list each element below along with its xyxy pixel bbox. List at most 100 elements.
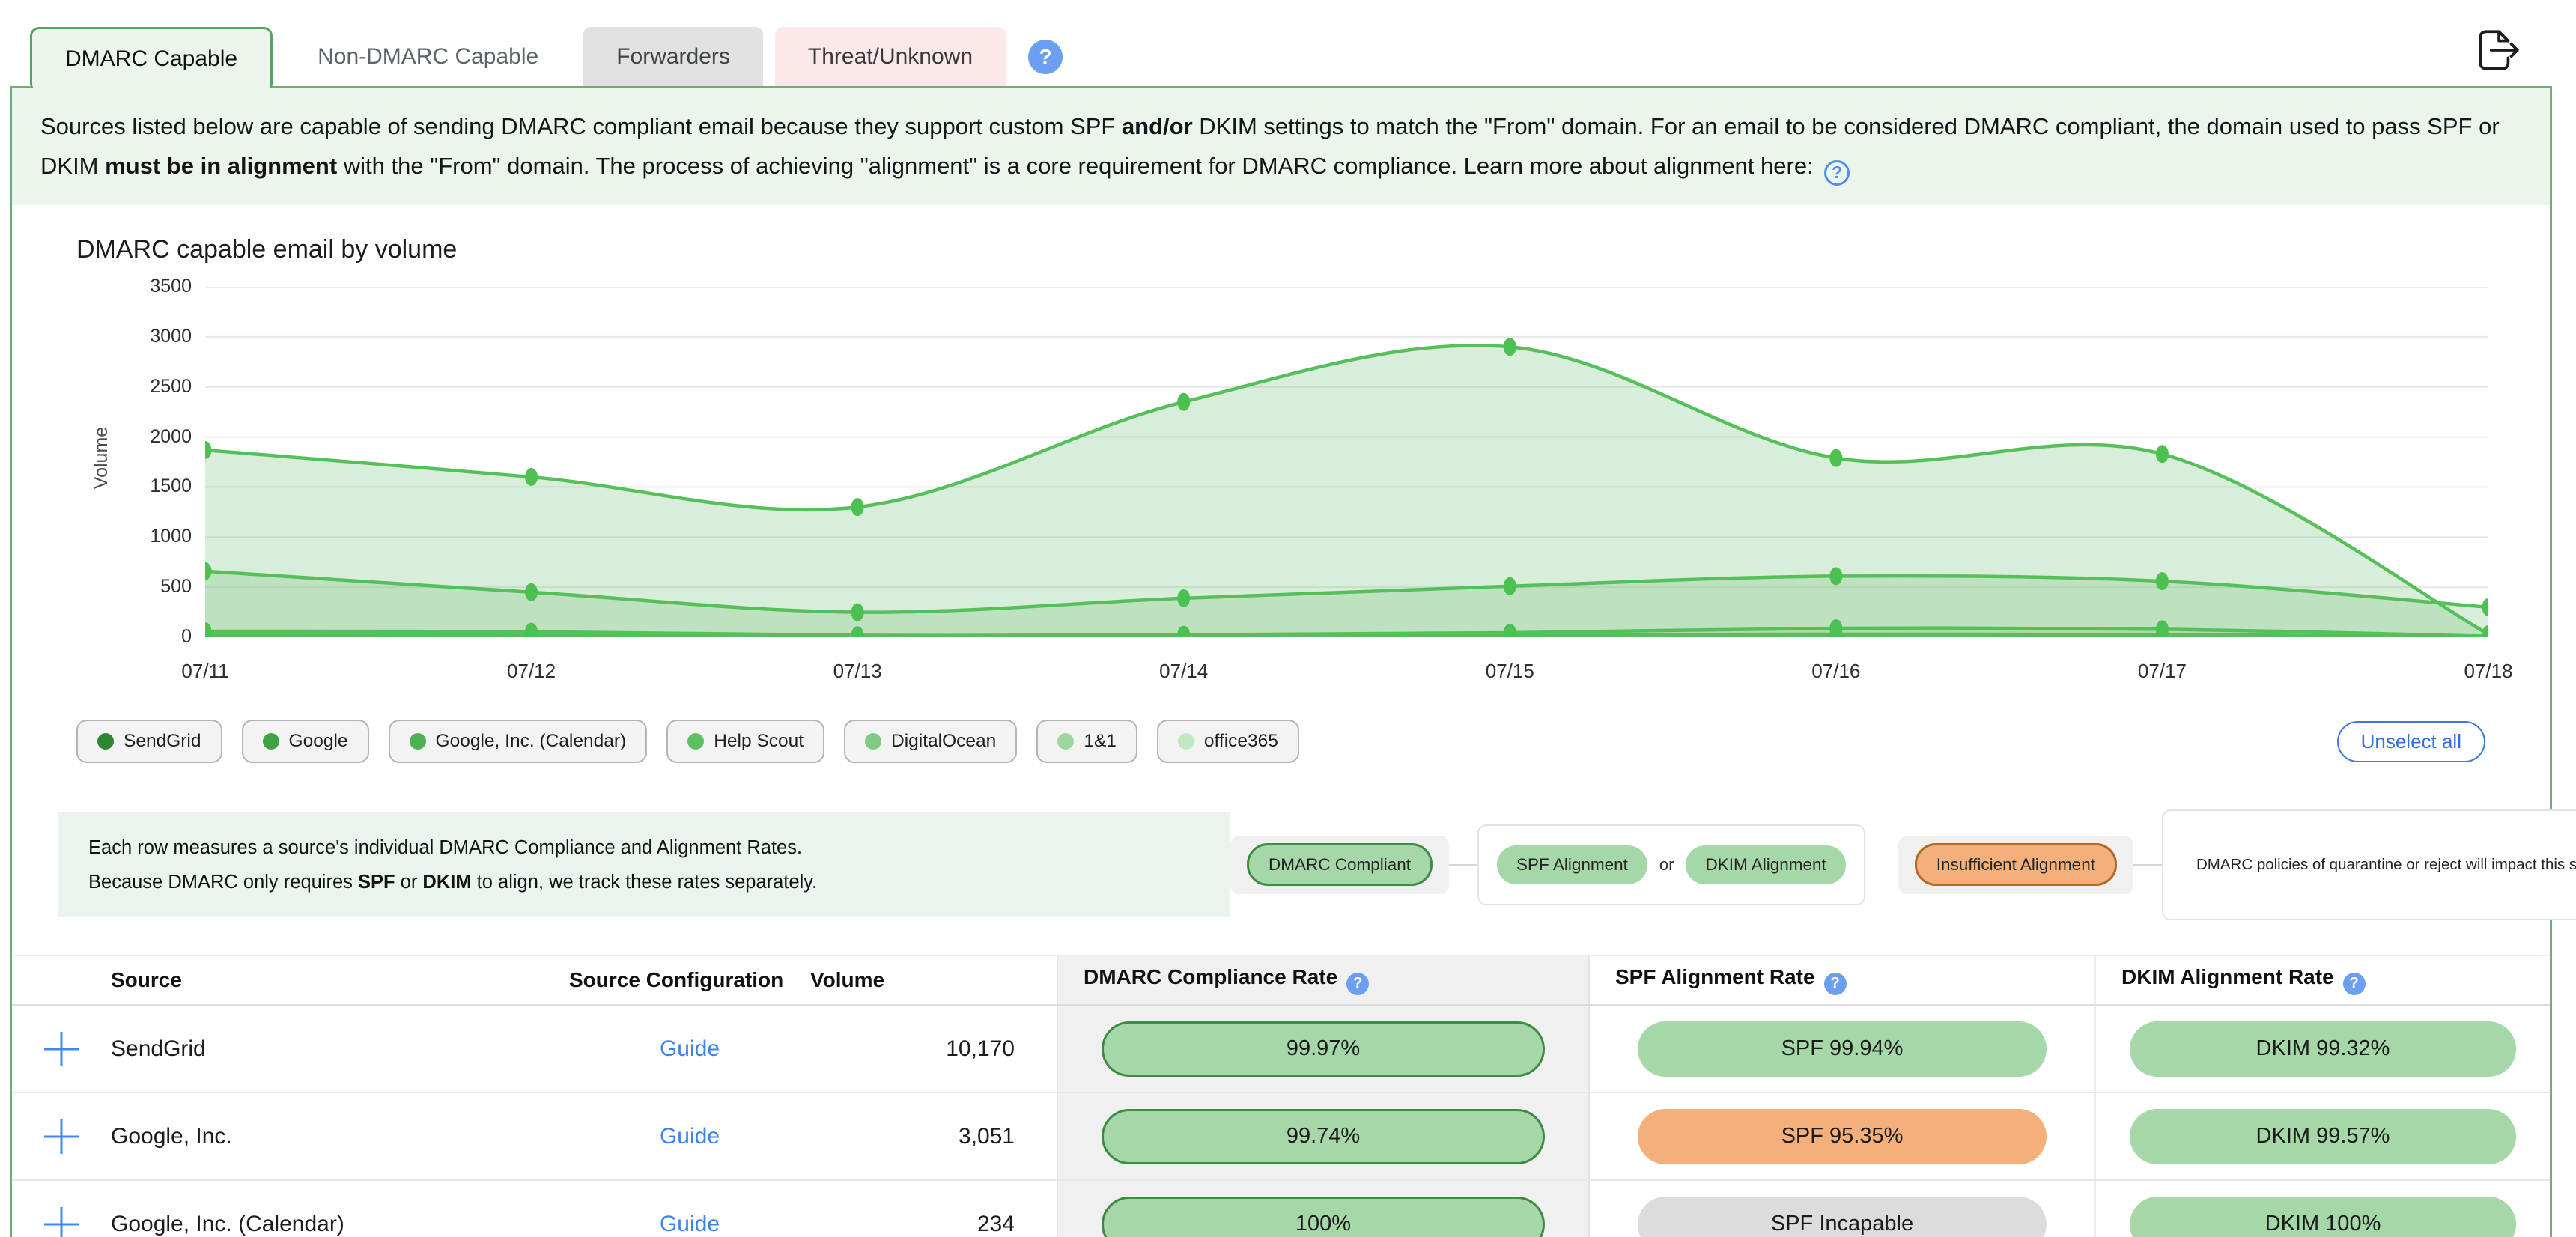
source-column-header: Source (111, 955, 569, 1005)
dmarc-rate-header-label: DMARC Compliance Rate (1084, 965, 1337, 988)
legend-chip-label: Help Scout (714, 731, 804, 752)
legend-chip-label: DigitalOcean (891, 731, 996, 752)
insufficient-legend-box: Insufficient Alignment (1898, 836, 2133, 894)
spf-rate-column-header: SPF Alignment Rate? (1589, 955, 2095, 1005)
tab-bar: DMARC Capable Non-DMARC Capable Forwarde… (30, 27, 1063, 86)
dmarc-compliance-pill: 100% (1102, 1197, 1545, 1237)
tab-threat-unknown[interactable]: Threat/Unknown (775, 27, 1006, 86)
y-tick-label: 2000 (150, 426, 192, 448)
dkim-alignment-pill: DKIM 99.32% (2130, 1021, 2516, 1077)
dkim-rate-column-header: DKIM Alignment Rate? (2095, 955, 2550, 1005)
policy-note: DMARC policies of quarantine or reject w… (2181, 830, 2576, 899)
legend-connector (1449, 864, 1477, 866)
spf-alignment-badge: SPF Alignment (1497, 845, 1647, 884)
guide-link[interactable]: Guide (660, 1212, 720, 1236)
policy-note-box: DMARC policies of quarantine or reject w… (2162, 809, 2576, 920)
expand-row-icon[interactable] (44, 1119, 79, 1154)
sources-table: Source Source Configuration Volume DMARC… (12, 955, 2550, 1237)
tab-dmarc-capable[interactable]: DMARC Capable (30, 27, 273, 88)
dkim-rate-help-icon[interactable]: ? (2343, 973, 2366, 995)
y-tick-label: 3000 (150, 326, 192, 347)
spf-alignment-pill: SPF Incapable (1638, 1197, 2047, 1237)
rate-legend: DMARC Compliant SPF Alignment or DKIM Al… (1230, 809, 2576, 920)
export-button[interactable] (2473, 25, 2522, 75)
table-header-row: Source Source Configuration Volume DMARC… (12, 955, 2550, 1005)
y-axis-ticks: 0500100015002000250030003500 (117, 287, 192, 637)
expand-row-icon[interactable] (44, 1207, 79, 1237)
y-tick-label: 1500 (150, 475, 192, 497)
legend-chip[interactable]: 1&1 (1036, 720, 1137, 763)
legend-chip-label: Google (289, 731, 348, 752)
y-tick-label: 0 (181, 626, 192, 648)
legend-chip[interactable]: Google, Inc. (Calendar) (389, 720, 648, 763)
tabs-help-icon[interactable]: ? (1028, 40, 1063, 74)
spf-rate-help-icon[interactable]: ? (1824, 973, 1847, 995)
rates-info-box: Each row measures a source's individual … (58, 812, 1230, 917)
dkim-rate-header-label: DKIM Alignment Rate (2121, 965, 2334, 988)
legend-chip-dot (410, 733, 426, 750)
source-name: Google, Inc. (111, 1092, 569, 1180)
dmarc-rate-help-icon[interactable]: ? (1346, 973, 1369, 995)
expand-column-header (12, 955, 111, 1005)
legend-chip[interactable]: Google (242, 720, 369, 763)
chart-title: DMARC capable email by volume (76, 235, 2550, 264)
source-name: Google, Inc. (Calendar) (111, 1180, 569, 1237)
volume-column-header: Volume (810, 955, 1057, 1005)
chart-legend-row: SendGrid Google Google, Inc. (Calendar) Hel… (76, 720, 2485, 763)
y-axis-label: Volume (91, 427, 112, 489)
main-panel: Sources listed below are capable of send… (10, 86, 2552, 1237)
expand-row-icon[interactable] (44, 1032, 79, 1066)
dmarc-compliance-pill: 99.97% (1102, 1021, 1545, 1077)
legend-chip-dot (865, 733, 881, 750)
legend-chip-label: 1&1 (1084, 731, 1117, 752)
table-row: Google, Inc. (Calendar) Guide 234 100% SPF I… (12, 1180, 2550, 1237)
spf-alignment-pill: SPF 99.94% (1638, 1021, 2047, 1077)
guide-link[interactable]: Guide (660, 1124, 720, 1149)
legend-chip[interactable]: Help Scout (666, 720, 824, 763)
volume-value: 234 (810, 1180, 1057, 1237)
y-tick-label: 3500 (150, 276, 192, 297)
volume-value: 10,170 (810, 1005, 1057, 1092)
legend-chip[interactable]: DigitalOcean (844, 720, 1017, 763)
unselect-all-button[interactable]: Unselect all (2337, 721, 2485, 762)
x-tick-label: 07/13 (833, 660, 882, 683)
y-tick-label: 1000 (150, 526, 192, 547)
dmarc-compliant-legend-box: DMARC Compliant (1230, 836, 1449, 894)
dkim-alignment-pill: DKIM 100% (2130, 1197, 2516, 1237)
spf-alignment-pill: SPF 95.35% (1638, 1109, 2047, 1164)
insufficient-alignment-badge: Insufficient Alignment (1915, 843, 2117, 886)
y-tick-label: 500 (160, 576, 192, 598)
alignment-help-icon[interactable]: ? (1824, 160, 1850, 186)
dmarc-rate-column-header: DMARC Compliance Rate? (1057, 955, 1589, 1005)
x-tick-label: 07/11 (181, 660, 228, 683)
dkim-alignment-badge: DKIM Alignment (1686, 845, 1845, 884)
legend-chip[interactable]: office365 (1157, 720, 1299, 763)
x-tick-label: 07/14 (1159, 660, 1208, 683)
or-label: or (1659, 855, 1674, 875)
tab-forwarders[interactable]: Forwarders (583, 27, 763, 86)
legend-connector (2133, 864, 2162, 866)
x-tick-label: 07/12 (507, 660, 556, 683)
legend-chip-dot (263, 733, 279, 750)
x-tick-label: 07/17 (2138, 660, 2187, 683)
x-axis-ticks: 07/1107/1207/1307/1407/1507/1607/1707/18 (205, 660, 2488, 690)
config-column-header: Source Configuration (569, 955, 810, 1005)
source-name: SendGrid (111, 1005, 569, 1092)
description-banner: Sources listed below are capable of send… (12, 88, 2550, 205)
alignment-legend-box: SPF Alignment or DKIM Alignment (1477, 824, 1865, 905)
x-tick-label: 07/15 (1486, 660, 1534, 683)
guide-link[interactable]: Guide (660, 1036, 720, 1061)
legend-chip-label: Google, Inc. (Calendar) (436, 731, 627, 752)
dmarc-compliance-pill: 99.74% (1102, 1109, 1545, 1164)
dmarc-sources-page: DMARC Capable Non-DMARC Capable Forwarde… (0, 0, 2576, 1237)
legend-chip[interactable]: SendGrid (76, 720, 222, 763)
info-row: Each row measures a source's individual … (58, 809, 2517, 920)
legend-chip-label: SendGrid (124, 731, 201, 752)
tab-non-dmarc-capable[interactable]: Non-DMARC Capable (285, 27, 571, 86)
description-text: Sources listed below are capable of send… (40, 113, 2500, 179)
x-tick-label: 07/16 (1811, 660, 1860, 683)
dkim-alignment-pill: DKIM 99.57% (2130, 1109, 2516, 1164)
table-row: SendGrid Guide 10,170 99.97% SPF 99.94% DKIM … (12, 1005, 2550, 1092)
volume-value: 3,051 (810, 1092, 1057, 1180)
chart-plot-area[interactable] (205, 287, 2488, 637)
